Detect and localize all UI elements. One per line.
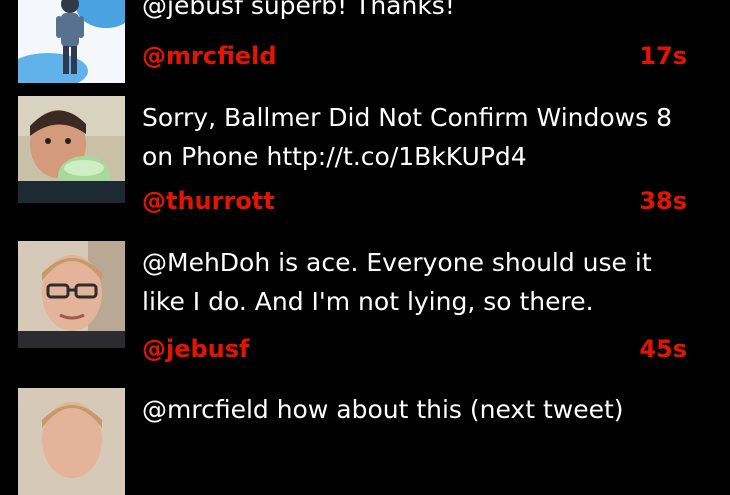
- tweet-text: @jebusf superb! Thanks!: [142, 0, 455, 20]
- tweet-timeline[interactable]: @jebusf superb! Thanks! @mrcfield 17s So…: [0, 0, 730, 495]
- tweet-timestamp: 17s: [639, 42, 687, 70]
- avatar-jebusf[interactable]: [18, 388, 125, 495]
- avatar-thurrott[interactable]: [18, 96, 125, 203]
- tweet-text: Sorry, Ballmer Did Not Confirm Windows 8…: [142, 103, 672, 171]
- tweet-author-handle[interactable]: @thurrott: [142, 187, 275, 215]
- tweet-timestamp: 38s: [639, 187, 687, 215]
- avatar-jebusf[interactable]: [18, 241, 125, 348]
- tweet-text: @mrcfield how about this (next tweet): [142, 395, 624, 424]
- avatar-mrcfield[interactable]: [18, 0, 125, 83]
- tweet-author-handle[interactable]: @jebusf: [142, 335, 250, 363]
- tweet-text: @MehDoh is ace. Everyone should use it l…: [142, 248, 652, 316]
- tweet-timestamp: 45s: [639, 335, 687, 363]
- tweet-author-handle[interactable]: @mrcfield: [142, 42, 277, 70]
